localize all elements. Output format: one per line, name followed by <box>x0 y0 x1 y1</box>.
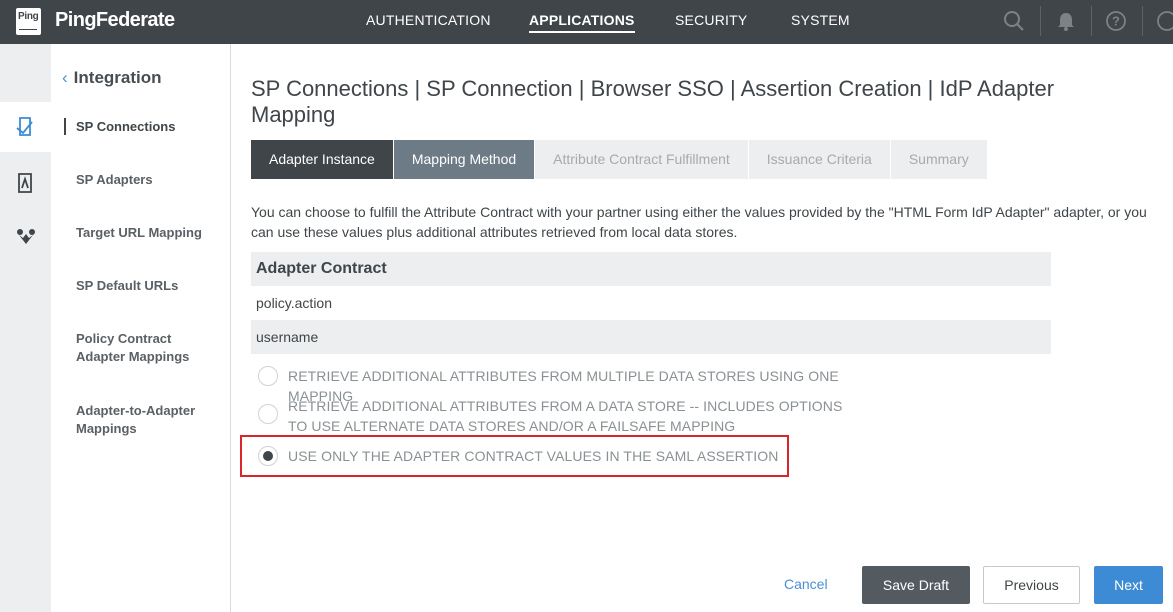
back-to-integration[interactable]: ‹ Integration <box>62 68 162 88</box>
top-divider <box>1142 6 1143 36</box>
shield-group-icon <box>17 229 35 244</box>
applications-icon <box>16 117 33 136</box>
subnav-item-sp-adapters[interactable]: SP Adapters <box>76 171 153 189</box>
adapter-contract-table: Adapter Contract policy.action username <box>251 252 1051 354</box>
radio-button-selected[interactable] <box>258 446 278 466</box>
top-divider <box>1091 6 1092 36</box>
user-icon[interactable] <box>1156 10 1173 32</box>
nav-authentication[interactable]: AUTHENTICATION <box>366 12 491 28</box>
option-label: USE ONLY THE ADAPTER CONTRACT VALUES IN … <box>288 448 779 464</box>
next-button[interactable]: Next <box>1094 566 1163 604</box>
search-icon[interactable] <box>1003 10 1025 32</box>
option-label: RETRIEVE ADDITIONAL ATTRIBUTES FROM A DA… <box>288 398 843 434</box>
tab-issuance-criteria[interactable]: Issuance Criteria <box>748 140 891 179</box>
back-label: Integration <box>73 68 162 87</box>
cancel-button[interactable]: Cancel <box>784 576 828 592</box>
tab-adapter-instance[interactable]: Adapter Instance <box>251 140 394 179</box>
bell-icon[interactable] <box>1055 10 1077 32</box>
logo-text: Ping <box>18 11 39 22</box>
subnav-item-sp-default-urls[interactable]: SP Default URLs <box>76 277 178 295</box>
top-nav-bar: Ping PingFederate AUTHENTICATION APPLICA… <box>0 0 1173 44</box>
mapping-description: You can choose to fulfill the Attribute … <box>251 204 1147 240</box>
top-divider <box>1040 6 1041 36</box>
tab-mapping-method[interactable]: Mapping Method <box>393 140 536 179</box>
subnav-item-sp-connections[interactable]: SP Connections <box>76 118 175 136</box>
chevron-left-icon: ‹ <box>62 68 68 87</box>
rail-shield-group[interactable] <box>0 212 51 262</box>
brand-name: PingFederate <box>55 9 175 31</box>
ping-logo[interactable]: Ping <box>16 8 41 35</box>
save-draft-button[interactable]: Save Draft <box>862 566 970 604</box>
sub-navigation: ‹ Integration SP Connections SP Adapters … <box>51 44 231 612</box>
icon-rail <box>0 44 51 612</box>
svg-text:?: ? <box>1112 14 1120 29</box>
nav-security[interactable]: SECURITY <box>675 12 747 28</box>
subnav-item-policy-contract-adapter-mappings[interactable]: Policy Contract Adapter Mappings <box>76 330 216 366</box>
active-indicator <box>64 118 66 135</box>
document-user-icon <box>18 173 32 193</box>
rail-applications[interactable] <box>0 102 51 152</box>
page-title-breadcrumb: SP Connections | SP Connection | Browser… <box>251 76 1055 127</box>
contract-row: username <box>251 320 1051 354</box>
nav-system[interactable]: SYSTEM <box>791 12 850 28</box>
tab-attribute-contract-fulfillment[interactable]: Attribute Contract Fulfillment <box>535 140 749 179</box>
help-icon[interactable]: ? <box>1105 10 1127 32</box>
radio-button[interactable] <box>258 404 278 424</box>
logo-underline <box>19 29 37 30</box>
wizard-tabs: Adapter Instance Mapping Method Attribut… <box>251 140 988 179</box>
radio-button[interactable] <box>258 366 278 386</box>
nav-applications[interactable]: APPLICATIONS <box>529 12 635 33</box>
subnav-item-adapter-to-adapter-mappings[interactable]: Adapter-to-Adapter Mappings <box>76 402 216 438</box>
contract-header: Adapter Contract <box>251 252 1051 286</box>
previous-button[interactable]: Previous <box>983 566 1080 604</box>
tab-summary[interactable]: Summary <box>890 140 988 179</box>
rail-document-user[interactable] <box>0 158 51 208</box>
subnav-item-target-url-mapping[interactable]: Target URL Mapping <box>76 224 202 242</box>
contract-row: policy.action <box>256 295 333 311</box>
